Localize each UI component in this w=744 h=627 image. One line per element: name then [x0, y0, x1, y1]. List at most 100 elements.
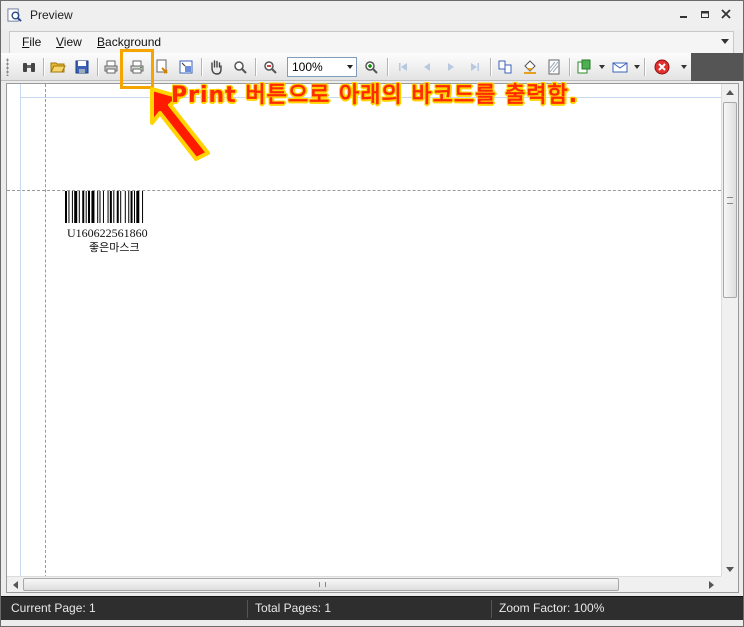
- barcode-bar: [142, 191, 144, 223]
- toolbar-separator: [644, 58, 645, 76]
- barcode-bar: [109, 191, 112, 223]
- page-setup-button[interactable]: [152, 57, 172, 77]
- horizontal-scroll-thumb[interactable]: [23, 578, 619, 591]
- print-dialog-button[interactable]: [101, 57, 121, 77]
- vertical-scroll-thumb[interactable]: [723, 102, 737, 298]
- export-button[interactable]: [574, 57, 594, 77]
- close-icon: [721, 9, 731, 19]
- barcode-bar: [91, 191, 95, 223]
- minimize-button[interactable]: [675, 6, 693, 24]
- close-preview-button[interactable]: [652, 57, 672, 77]
- scroll-up-icon: [726, 90, 734, 95]
- toolbar-separator: [255, 58, 256, 76]
- zoom-out-button[interactable]: [260, 57, 280, 77]
- multiple-pages-icon: [498, 60, 512, 74]
- scroll-down-icon: [726, 567, 734, 572]
- zoom-in-icon: [365, 61, 378, 74]
- barcode-bar: [88, 191, 90, 223]
- export-dropdown-chevron-icon[interactable]: [599, 65, 605, 69]
- status-zoom-factor: Zoom Factor: 100%: [499, 601, 605, 615]
- toolbar-grip-icon[interactable]: [6, 58, 9, 76]
- save-button[interactable]: [72, 57, 92, 77]
- barcode-bar: [82, 191, 85, 223]
- window-title: Preview: [30, 8, 73, 22]
- magnifier-tool-button[interactable]: [230, 57, 250, 77]
- barcode-bar: [107, 191, 109, 223]
- open-button[interactable]: [48, 57, 68, 77]
- status-separator: [491, 600, 492, 618]
- page-color-button[interactable]: [520, 57, 540, 77]
- barcode-bar: [85, 191, 87, 223]
- barcode-bar: [130, 191, 133, 223]
- save-disk-icon: [75, 60, 89, 74]
- menu-background[interactable]: Background: [97, 35, 161, 49]
- email-dropdown-chevron-icon[interactable]: [634, 65, 640, 69]
- scroll-up-button[interactable]: [722, 84, 738, 101]
- barcode-bar: [99, 191, 101, 223]
- barcode-bar: [102, 191, 104, 223]
- zoom-out-icon: [264, 61, 277, 74]
- watermark-button[interactable]: [544, 57, 564, 77]
- zoom-value: 100%: [292, 60, 323, 74]
- minimize-icon: [680, 16, 687, 18]
- toolbar-separator: [97, 58, 98, 76]
- maximize-icon: [701, 11, 709, 18]
- last-page-button[interactable]: [465, 57, 485, 77]
- horizontal-scrollbar[interactable]: [7, 576, 723, 592]
- toolbar-options-chevron-icon[interactable]: [681, 65, 687, 69]
- annotation-text: Print 버튼으로 아래의 바코드를 출력함.: [171, 83, 579, 108]
- page-setup-icon: [156, 59, 168, 74]
- status-bar: Current Page: 1 Total Pages: 1 Zoom Fact…: [1, 596, 743, 620]
- hand-tool-button[interactable]: [206, 57, 226, 77]
- vertical-scrollbar[interactable]: [721, 84, 738, 578]
- toolbar-separator: [201, 58, 202, 76]
- first-page-button[interactable]: [393, 57, 413, 77]
- status-current-page: Current Page: 1: [11, 601, 96, 615]
- close-window-button[interactable]: [717, 6, 735, 24]
- barcode-bar: [134, 191, 135, 223]
- barcode-bar: [128, 191, 130, 223]
- maximize-button[interactable]: [696, 6, 714, 24]
- scroll-left-button[interactable]: [7, 577, 23, 592]
- watermark-icon: [548, 59, 560, 75]
- scale-button[interactable]: [176, 57, 196, 77]
- status-total-pages: Total Pages: 1: [255, 601, 332, 615]
- scale-icon: [179, 60, 193, 74]
- menu-overflow-chevron-icon[interactable]: [721, 39, 729, 44]
- barcode-bar: [78, 191, 80, 223]
- document-page: [7, 84, 721, 578]
- toolbar-separator: [43, 58, 44, 76]
- barcode-bar: [65, 191, 67, 223]
- scrollbar-corner: [721, 576, 738, 592]
- next-page-button[interactable]: [441, 57, 461, 77]
- scroll-right-button[interactable]: [703, 577, 719, 592]
- zoom-in-button[interactable]: [361, 57, 381, 77]
- menu-view[interactable]: View: [56, 35, 82, 49]
- barcode-bar: [116, 191, 119, 223]
- toolbar-end-pad: [691, 53, 743, 81]
- zoom-combobox[interactable]: 100%: [287, 57, 357, 77]
- barcode-bar: [136, 191, 140, 223]
- zoom-dropdown-arrow-icon[interactable]: [347, 65, 353, 69]
- menu-file[interactable]: File: [22, 35, 41, 49]
- barcode-bar: [113, 191, 115, 223]
- send-email-button[interactable]: [610, 57, 630, 77]
- multiple-pages-button[interactable]: [495, 57, 515, 77]
- barcode-product-name: 좋은마스크: [89, 242, 140, 254]
- previous-page-button[interactable]: [417, 57, 437, 77]
- barcode-bar: [120, 191, 122, 223]
- status-separator: [247, 600, 248, 618]
- hand-icon: [211, 60, 222, 75]
- toolbar-separator: [387, 58, 388, 76]
- barcode-image: [65, 191, 144, 223]
- preview-window: Preview File View Background 100% U16062…: [0, 0, 744, 627]
- previous-page-icon: [424, 63, 430, 71]
- barcode-bar: [74, 191, 78, 223]
- last-page-icon: [471, 63, 479, 71]
- search-button[interactable]: [19, 57, 39, 77]
- left-margin-guide: [45, 84, 46, 578]
- toolbar-separator: [569, 58, 570, 76]
- open-folder-icon: [50, 62, 66, 73]
- document-preview-area[interactable]: U160622561860 좋은마스크: [6, 83, 739, 593]
- close-circle-icon: [654, 59, 670, 75]
